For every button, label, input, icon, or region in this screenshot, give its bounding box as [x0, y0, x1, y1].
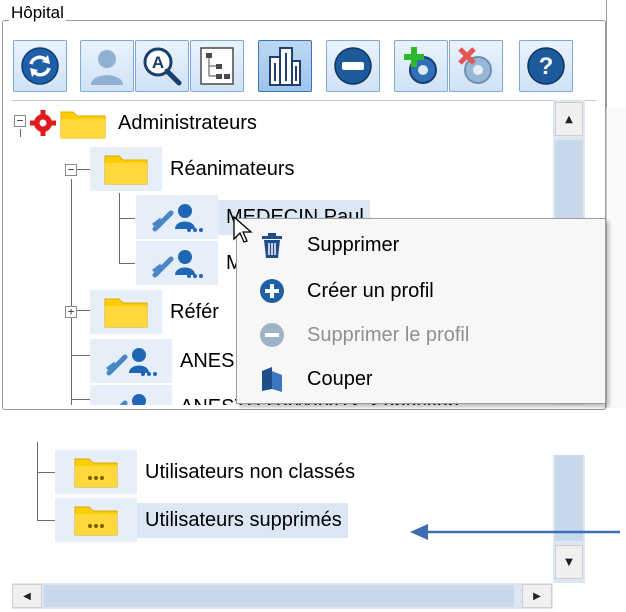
- right-panel-edge-lower: [606, 108, 626, 408]
- doctor-user-icon: [106, 348, 157, 376]
- menu-item-supprimer-profil[interactable]: Supprimer le profil: [237, 313, 605, 357]
- scroll-down-button[interactable]: ▼: [555, 545, 583, 579]
- menu-item-label: Couper: [307, 367, 373, 390]
- tree-node-reanimateurs[interactable]: Réanimateurs: [90, 147, 309, 191]
- add-gear-icon: [404, 47, 437, 84]
- menu-item-creer-profil[interactable]: Créer un profil: [237, 269, 605, 313]
- reanimateurs-expander[interactable]: −: [65, 164, 77, 176]
- context-menu: Supprimer Créer un profil Supprimer le p…: [236, 218, 606, 404]
- doctor-user-icon: [152, 250, 203, 278]
- scroll-thumb[interactable]: [44, 585, 514, 607]
- add-profile-button[interactable]: [394, 40, 448, 92]
- help-button[interactable]: ?: [519, 40, 573, 92]
- tree-node-label: Réanimateurs: [170, 157, 295, 180]
- help-icon: ?: [527, 47, 565, 85]
- folder-icon: [104, 298, 148, 328]
- refresh-button[interactable]: [13, 40, 67, 92]
- menu-item-label: Créer un profil: [307, 279, 434, 302]
- svg-text:A: A: [152, 53, 164, 72]
- minus-circle-icon: [334, 47, 372, 85]
- lower-vertical-scrollbar[interactable]: ▼: [553, 455, 585, 583]
- menu-item-couper[interactable]: Couper: [237, 357, 605, 401]
- menu-item-label: Supprimer: [307, 233, 400, 256]
- remove-gear-icon: [458, 47, 492, 84]
- cut-icon: [262, 367, 282, 392]
- search-user-icon: A: [143, 47, 182, 86]
- search-user-button[interactable]: A: [135, 40, 189, 92]
- mouse-cursor-icon: [233, 215, 253, 243]
- svg-text:?: ?: [539, 53, 554, 80]
- folder-dots-icon: [74, 506, 118, 536]
- tree-view-button[interactable]: [190, 40, 244, 92]
- building-button[interactable]: [258, 40, 312, 92]
- folder-icon: [104, 155, 148, 185]
- right-panel-edge: [606, 0, 626, 108]
- group-title: Hôpital: [9, 3, 66, 23]
- tree-node-anesth-1[interactable]: ANES: [90, 339, 248, 383]
- tree-node-label: Utilisateurs non classés: [145, 460, 356, 483]
- menu-item-label: Supprimer le profil: [307, 323, 470, 346]
- tree-node-label: ANES: [180, 349, 235, 372]
- tree-node-administrateurs[interactable]: Administrateurs: [28, 101, 271, 145]
- menu-item-supprimer[interactable]: Supprimer: [237, 223, 605, 267]
- annotation-arrow: [410, 524, 620, 540]
- tree-node-label: Administrateurs: [118, 111, 257, 134]
- scroll-right-button[interactable]: ▶: [522, 584, 552, 608]
- user-button[interactable]: [80, 40, 134, 92]
- minus-circle-icon: [260, 323, 284, 347]
- trash-icon: [262, 233, 282, 258]
- user-icon: [91, 50, 123, 85]
- tree-view-icon: [200, 47, 234, 85]
- admin-gear-folder-icon: [30, 110, 106, 139]
- tree-node-supprimes[interactable]: Utilisateurs supprimés: [55, 498, 356, 542]
- horizontal-scrollbar[interactable]: ◀ ▶: [12, 583, 553, 609]
- remove-profile-button[interactable]: [449, 40, 503, 92]
- folder-dots-icon: [74, 458, 118, 488]
- refresh-icon: [21, 47, 59, 85]
- doctor-user-icon: [119, 394, 146, 405]
- remove-button[interactable]: [326, 40, 380, 92]
- tree-node-non-classes[interactable]: Utilisateurs non classés: [55, 450, 369, 494]
- tree-node-referents[interactable]: Référ: [90, 290, 233, 334]
- user-tree-lower[interactable]: Utilisateurs non classés Utilisateurs su…: [0, 442, 585, 565]
- tree-node-label: Référ: [170, 300, 219, 323]
- tree-node-label: Utilisateurs supprimés: [137, 502, 348, 538]
- scroll-left-button[interactable]: ◀: [12, 584, 42, 608]
- plus-circle-icon: [260, 279, 284, 303]
- referents-expander[interactable]: +: [65, 306, 77, 318]
- scroll-up-button[interactable]: ▲: [555, 102, 583, 136]
- building-icon: [269, 47, 301, 86]
- root-expander[interactable]: −: [14, 115, 26, 127]
- doctor-user-icon: [152, 204, 203, 232]
